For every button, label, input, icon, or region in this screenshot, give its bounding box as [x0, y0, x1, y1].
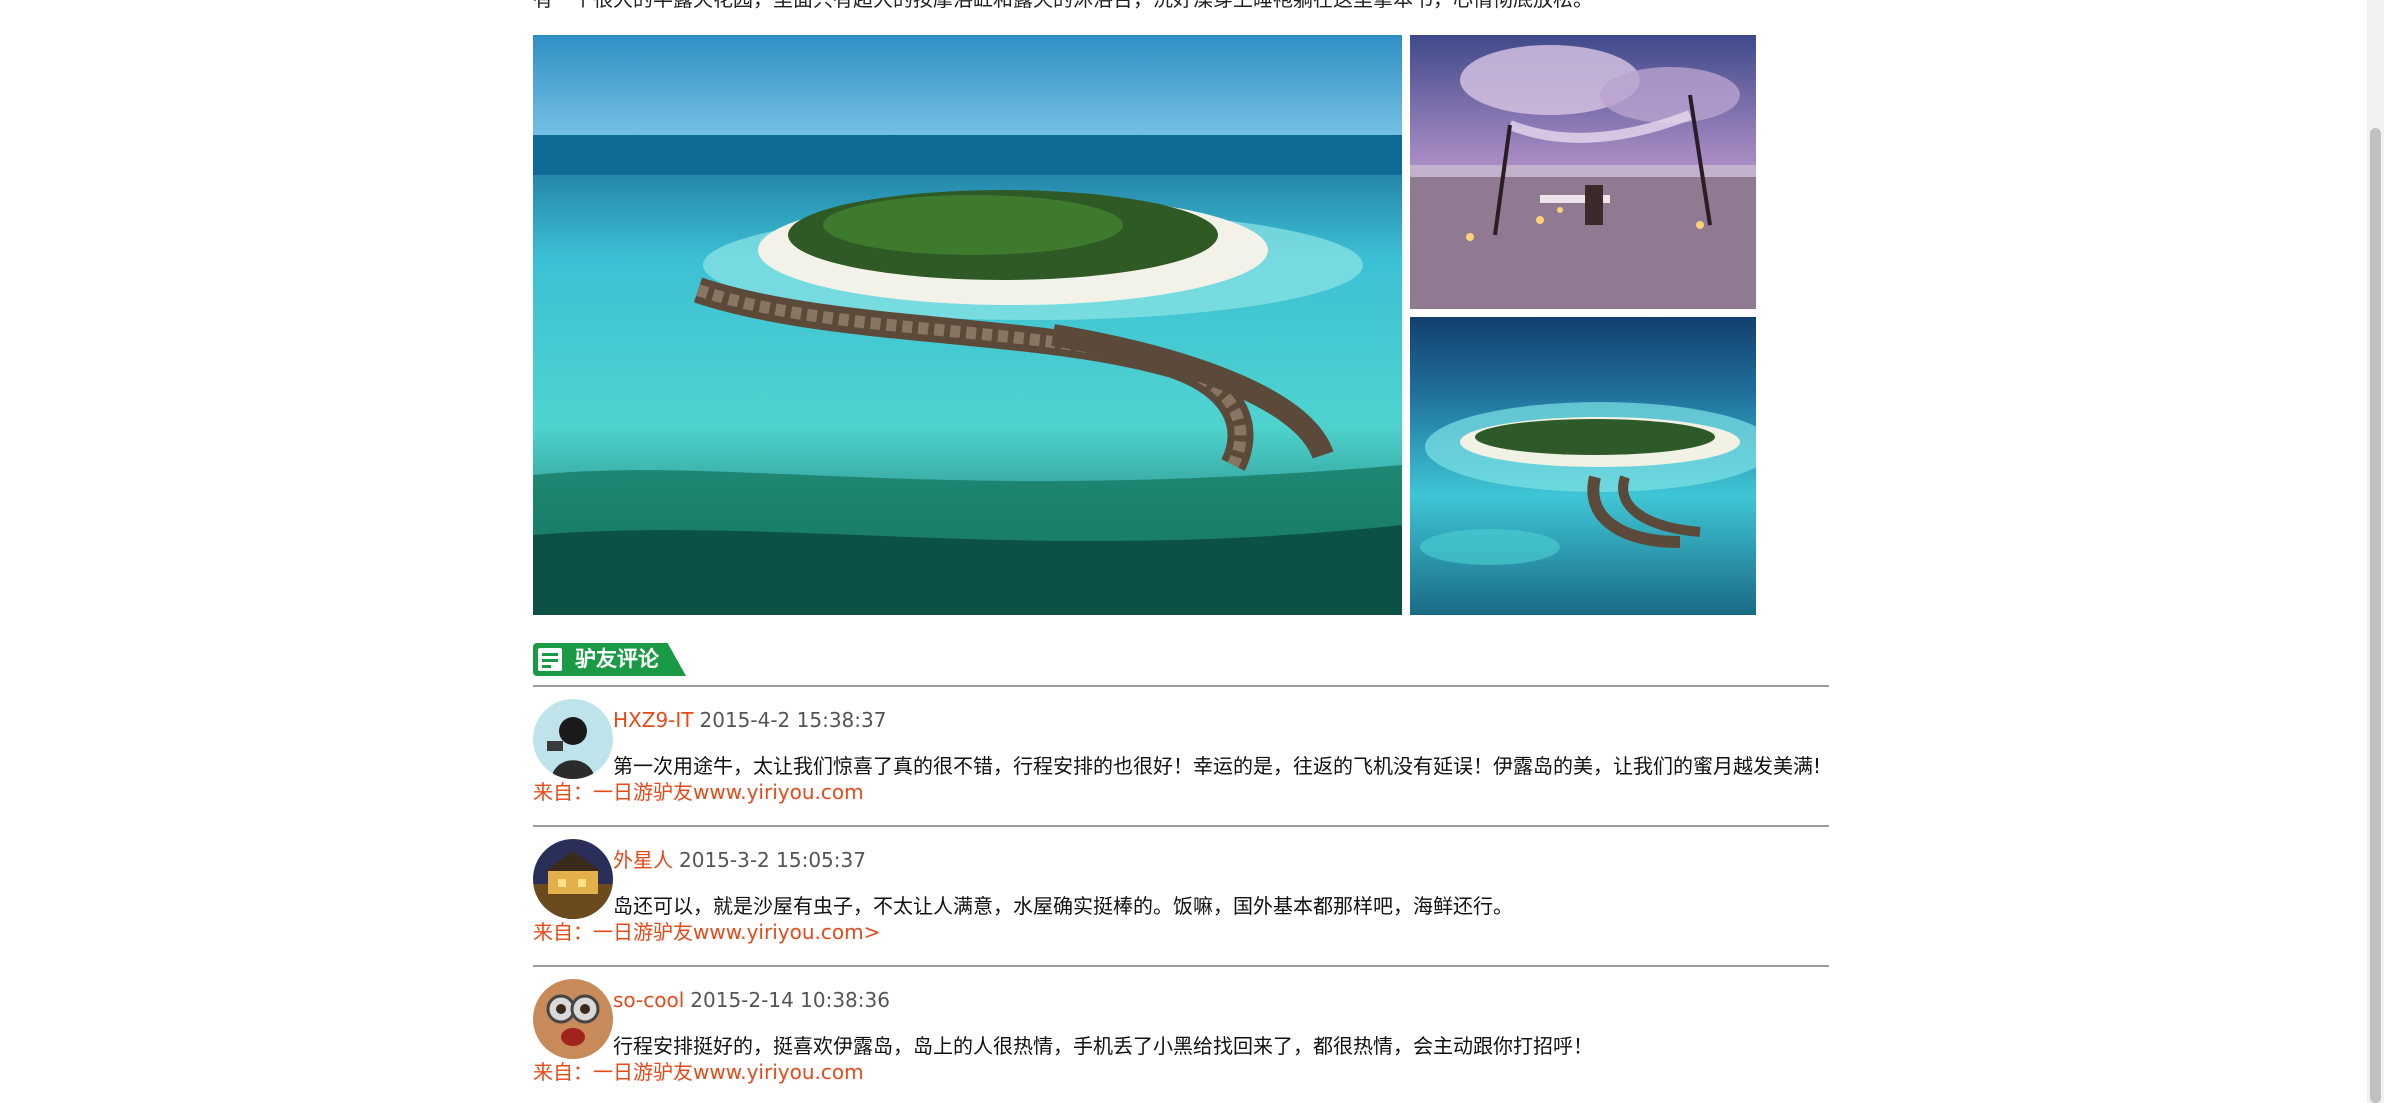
island-lagoon-image [1410, 317, 1756, 615]
review-meta: 外星人 2015-3-2 15:05:37 [613, 847, 866, 873]
review-text: 岛还可以，就是沙屋有虫子，不太让人满意，水屋确实挺棒的。饭嘛，国外基本都那样吧，… [613, 894, 1513, 918]
review-text: 第一次用途牛，太让我们惊喜了真的很不错，行程安排的也很好！幸运的是，往返的飞机没… [613, 754, 1822, 778]
review-source-link[interactable]: 来自：一日游驴友www.yiriyou.com [533, 779, 864, 805]
review-meta: so-cool 2015-2-14 10:38:36 [613, 987, 890, 1013]
reviews-section-header: 驴友评论 [533, 643, 1829, 687]
comment-list-icon [538, 648, 562, 671]
reviews-title: 驴友评论 [575, 647, 659, 671]
review-meta: HXZ9-IT 2015-4-2 15:38:37 [613, 707, 886, 733]
review-timestamp: 2015-3-2 15:05:37 [679, 848, 866, 872]
scrollbar-thumb[interactable] [2370, 128, 2381, 1103]
review-username[interactable]: so-cool [613, 988, 684, 1012]
review-username[interactable]: HXZ9-IT [613, 708, 694, 732]
review-item: HXZ9-IT 2015-4-2 15:38:37 第一次用途牛，太让我们惊喜了真… [533, 687, 1829, 827]
island-aerial-image [533, 35, 1402, 615]
review-source-link[interactable]: 来自：一日游驴友www.yiriyou.com [533, 1059, 864, 1085]
intro-paragraph: 有一个很大的半露天花园，里面只有超大的按摩浴缸和露天的沐浴台，洗好澡穿上睡袍躺在… [533, 0, 1833, 12]
review-source-link[interactable]: 来自：一日游驴友www.yiriyou.com> [533, 919, 880, 945]
user-avatar-image [533, 979, 613, 1059]
review-username[interactable]: 外星人 [613, 848, 673, 872]
user-avatar-image [533, 699, 613, 779]
review-text: 行程安排挺好的，挺喜欢伊露岛，岛上的人很热情，手机丢了小黑给找回来了，都很热情，… [613, 1034, 1593, 1058]
gallery-photo-main[interactable] [533, 35, 1402, 615]
avatar[interactable] [533, 839, 613, 919]
beach-dinner-image [1410, 35, 1756, 309]
user-avatar-image [533, 839, 613, 919]
avatar[interactable] [533, 979, 613, 1059]
gallery-photo-side-top[interactable] [1410, 35, 1756, 309]
review-item: 外星人 2015-3-2 15:05:37 岛还可以，就是沙屋有虫子，不太让人满意… [533, 827, 1829, 967]
review-timestamp: 2015-2-14 10:38:36 [690, 988, 890, 1012]
avatar[interactable] [533, 699, 613, 779]
review-timestamp: 2015-4-2 15:38:37 [699, 708, 887, 732]
vertical-scrollbar[interactable] [2367, 0, 2384, 1103]
photo-gallery [533, 35, 1756, 615]
review-item: so-cool 2015-2-14 10:38:36 行程安排挺好的，挺喜欢伊露岛… [533, 967, 1829, 1103]
gallery-photo-side-bottom[interactable] [1410, 317, 1756, 615]
reviews-tag: 驴友评论 [533, 643, 686, 676]
